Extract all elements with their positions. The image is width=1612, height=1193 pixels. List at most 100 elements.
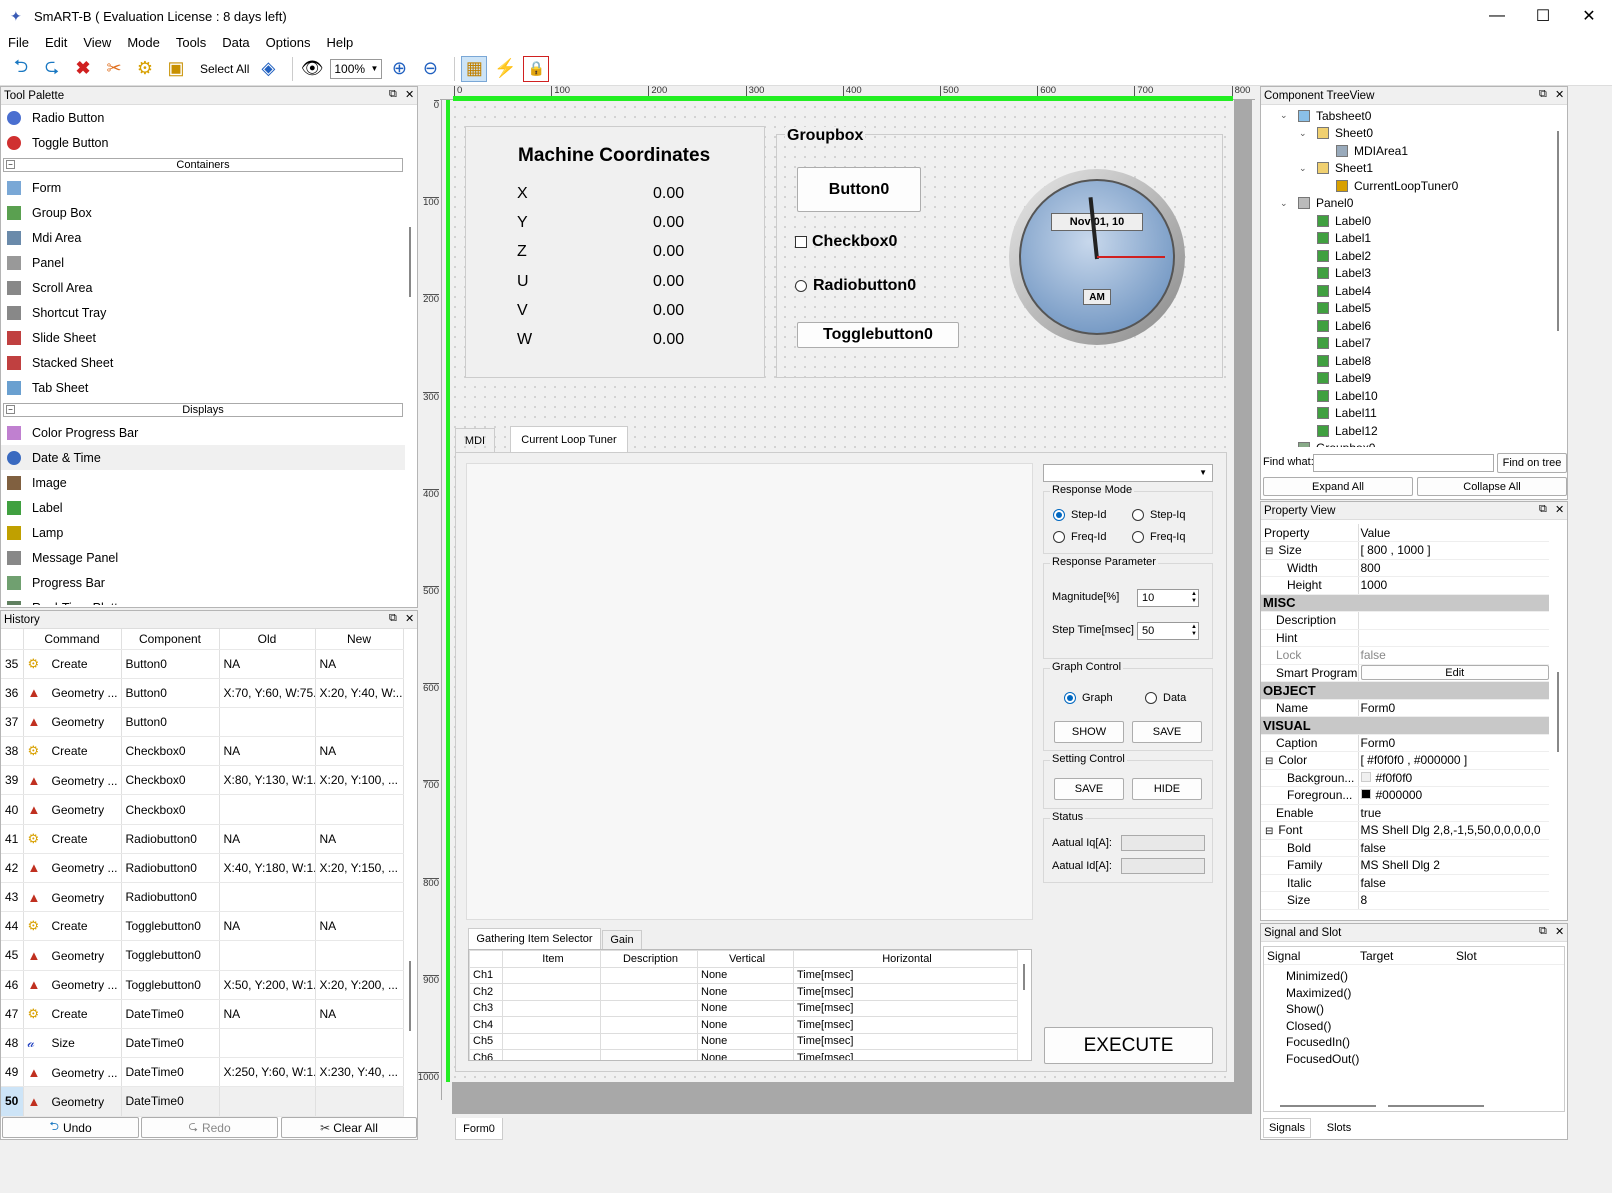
spin-arrows-icon[interactable]: ▲ ▼ (1191, 624, 1197, 638)
property-row[interactable]: Bold false (1261, 839, 1549, 857)
float-icon[interactable]: ⧉ (1539, 503, 1547, 516)
palette-item-form[interactable]: Form (1, 175, 405, 200)
property-value[interactable]: false (1358, 646, 1549, 665)
signal-item[interactable]: FocusedIn() (1286, 1035, 1564, 1052)
property-value[interactable]: false (1358, 839, 1549, 857)
tab-form0[interactable]: Form0 (455, 1118, 503, 1140)
preview-icon[interactable]: 👁 (299, 56, 325, 82)
palette-item-group-box[interactable]: Group Box (1, 200, 405, 225)
signal-item[interactable]: Maximized() (1286, 986, 1564, 1003)
find-on-tree-button[interactable]: Find on tree (1497, 453, 1567, 473)
expand-icon[interactable]: ⌄ (1299, 163, 1309, 174)
redo-icon[interactable]: ⮎ (39, 56, 65, 82)
menu-edit[interactable]: Edit (37, 35, 75, 50)
property-value[interactable] (1358, 629, 1549, 647)
scrollbar-thumb[interactable] (1557, 131, 1559, 331)
expand-icon[interactable]: ⌄ (1280, 110, 1290, 121)
undo-icon[interactable]: ⮌ (8, 56, 34, 82)
palette-item-toggle-button[interactable]: Toggle Button (1, 130, 405, 155)
column-header[interactable]: New (315, 629, 404, 650)
property-row[interactable]: Foregroun... #000000 (1261, 786, 1549, 805)
property-value[interactable]: Form0 (1358, 699, 1549, 717)
radio-circle[interactable] (1132, 531, 1144, 543)
float-icon[interactable]: ⧉ (389, 88, 397, 101)
property-row[interactable]: Italic false (1261, 874, 1549, 892)
table-row[interactable]: Ch6 None Time[msec] (469, 1049, 1018, 1060)
history-row[interactable]: 35 ⚙ Create Button0 NA NA (1, 649, 404, 679)
history-row[interactable]: 40 ▲ Geometry Checkbox0 (1, 794, 404, 825)
palette-item-color-progress-bar[interactable]: Color Progress Bar (1, 420, 405, 445)
property-row[interactable]: Smart Program Edit (1261, 664, 1549, 682)
palette-item-lamp[interactable]: Lamp (1, 520, 405, 545)
palette-item-scroll-area[interactable]: Scroll Area (1, 275, 405, 300)
tree-item[interactable]: ⌄ Panel0 (1261, 195, 1567, 213)
design-mode-icon[interactable]: ▦ (461, 55, 488, 82)
signal-item[interactable]: Show() (1286, 1002, 1564, 1019)
signal-item[interactable]: FocusedOut() (1286, 1052, 1564, 1069)
history-row[interactable]: 42 ▲ Geometry ... Radiobutton0 X:40, Y:180, … (1, 853, 404, 884)
tree-item[interactable]: ⌄ Sheet0 (1261, 125, 1567, 143)
collapse-icon[interactable]: − (6, 160, 15, 169)
table-row[interactable]: Ch5 None Time[msec] (469, 1032, 1018, 1050)
tree-item[interactable]: Label5 (1261, 300, 1567, 318)
category-displays[interactable]: − Displays (3, 403, 403, 417)
history-row[interactable]: 44 ⚙ Create Togglebutton0 NA NA (1, 911, 404, 942)
property-row[interactable]: Lock false (1261, 646, 1549, 665)
column-header[interactable] (469, 950, 503, 968)
close-icon[interactable]: ✕ (405, 88, 414, 101)
radiobutton0[interactable]: Radiobutton0 (795, 277, 916, 295)
delete-icon[interactable]: ✖ (70, 56, 96, 82)
scrollbar-thumb[interactable] (1388, 1105, 1484, 1107)
property-row[interactable]: OBJECT (1261, 681, 1549, 700)
history-row[interactable]: 39 ▲ Geometry ... Checkbox0 X:80, Y:130, W:1… (1, 765, 404, 796)
property-value[interactable]: #000000 (1358, 786, 1549, 805)
palette-item-stacked-sheet[interactable]: Stacked Sheet (1, 350, 405, 375)
find-input[interactable] (1313, 454, 1494, 472)
close-icon[interactable]: ✕ (405, 612, 414, 625)
category-containers[interactable]: − Containers (3, 158, 403, 172)
collapse-icon[interactable]: ⊟ (1265, 756, 1273, 767)
redo-button[interactable]: ⮎ Redo (141, 1117, 278, 1138)
tree-item[interactable]: Label10 (1261, 387, 1567, 405)
scrollbar-thumb[interactable] (1280, 1105, 1376, 1107)
property-row[interactable]: Size 8 (1261, 891, 1549, 910)
property-row[interactable]: Description (1261, 611, 1549, 630)
tab-gathering-item-selector[interactable]: Gathering Item Selector (468, 928, 601, 949)
expand-icon[interactable]: ⌄ (1280, 198, 1290, 209)
scrollbar-thumb[interactable] (409, 227, 411, 297)
tree-item[interactable]: Label9 (1261, 370, 1567, 388)
smart-program-edit-button[interactable]: Edit (1360, 665, 1549, 681)
hide-button[interactable]: HIDE (1132, 778, 1202, 800)
property-row[interactable]: Backgroun... #f0f0f0 (1261, 769, 1549, 787)
tree-item[interactable]: Label12 (1261, 422, 1567, 440)
history-row[interactable]: 37 ▲ Geometry Button0 (1, 707, 404, 738)
menu-mode[interactable]: Mode (119, 35, 168, 50)
copy-icon[interactable]: ⚙ (132, 56, 158, 82)
show-button[interactable]: SHOW (1054, 721, 1124, 743)
signal-item[interactable]: Closed() (1286, 1019, 1564, 1036)
property-value[interactable]: 8 (1358, 891, 1549, 910)
property-row[interactable]: Height 1000 (1261, 576, 1549, 595)
tree-item[interactable]: Label2 (1261, 247, 1567, 265)
tab-slots[interactable]: Slots (1315, 1118, 1363, 1138)
history-row[interactable]: 36 ▲ Geometry ... Button0 X:70, Y:60, W:75..… (1, 678, 404, 708)
palette-item-shortcut-tray[interactable]: Shortcut Tray (1, 300, 405, 325)
palette-item-image[interactable]: Image (1, 470, 405, 495)
history-row[interactable]: 41 ⚙ Create Radiobutton0 NA NA (1, 824, 404, 854)
palette-item-progress-bar[interactable]: Progress Bar (1, 570, 405, 595)
radio-freq-id[interactable]: Freq-Id (1053, 531, 1106, 543)
table-row[interactable]: Ch3 None Time[msec] (469, 999, 1018, 1017)
groupbox[interactable]: Groupbox Button0 Checkbox0 Radiobutton0 … (776, 127, 1223, 378)
spin-arrows-icon[interactable]: ▲ ▼ (1191, 591, 1197, 605)
magnitude-spinbox[interactable]: 10 ▲ ▼ (1137, 589, 1199, 607)
column-header[interactable]: Old (219, 629, 316, 650)
column-header[interactable]: Command (23, 629, 122, 650)
history-row[interactable]: 49 ▲ Geometry ... DateTime0 X:250, Y:60, W:1… (1, 1057, 404, 1088)
property-row[interactable]: Caption Form0 (1261, 734, 1549, 752)
select-icon[interactable]: ◈ (255, 56, 281, 82)
column-header[interactable]: Component (121, 629, 220, 650)
property-value[interactable]: true (1358, 804, 1549, 822)
property-row[interactable]: MISC (1261, 594, 1549, 612)
table-row[interactable]: Ch2 None Time[msec] (469, 983, 1018, 1001)
float-icon[interactable]: ⧉ (389, 612, 397, 625)
